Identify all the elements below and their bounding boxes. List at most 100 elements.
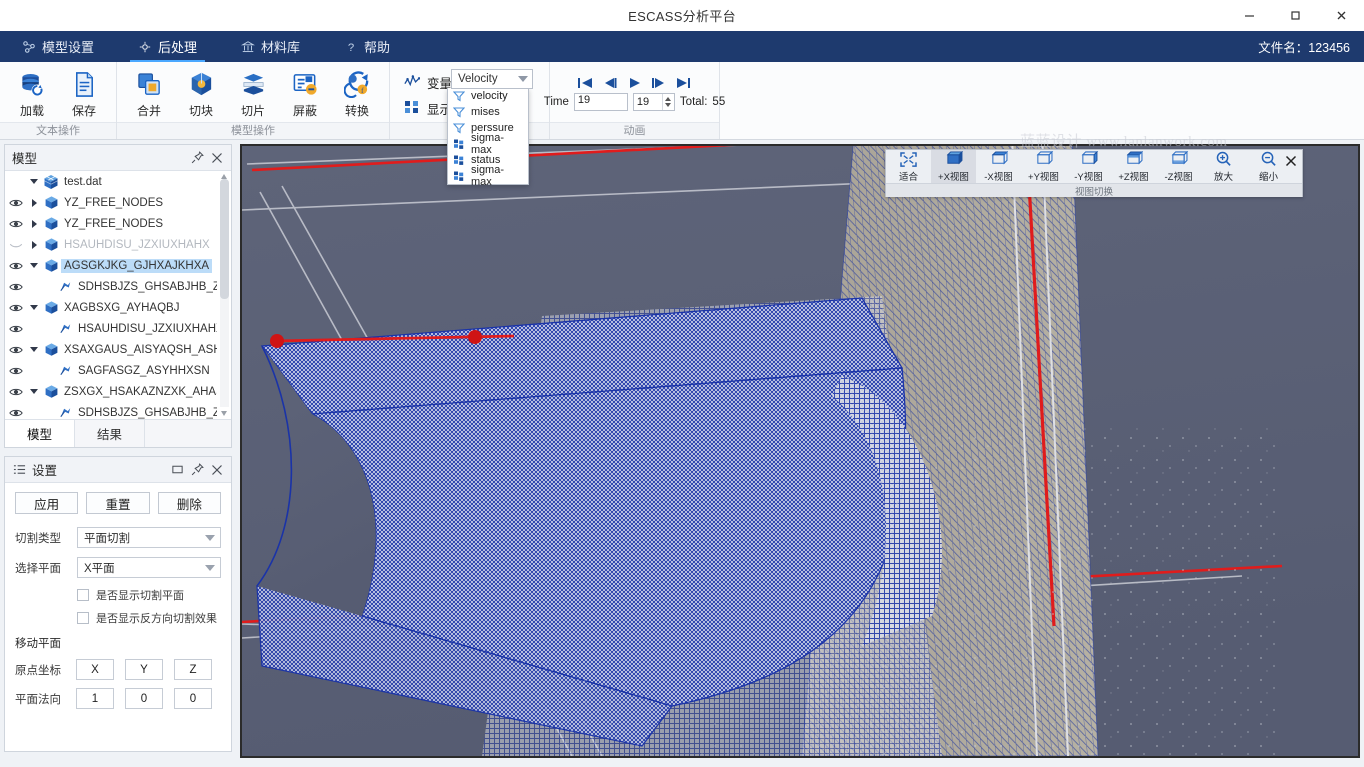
tree-row[interactable]: XSAXGAUS_AISYAQSH_ASHX — [5, 339, 231, 360]
view-py-button[interactable]: +Y视图 — [1021, 150, 1066, 183]
normal-y-input[interactable]: 0 — [125, 688, 163, 709]
maximize-button[interactable] — [1272, 0, 1318, 31]
close-icon[interactable] — [210, 463, 224, 477]
eye-visible-icon[interactable] — [5, 364, 27, 378]
save-button[interactable]: 保存 — [58, 67, 110, 121]
stepper-down-icon[interactable] — [665, 103, 671, 107]
dropdown-option-sigma-max-2[interactable]: sigma-max — [448, 168, 528, 184]
pin-icon[interactable] — [190, 151, 204, 165]
scroll-down-icon[interactable] — [221, 411, 227, 416]
view-px-button[interactable]: +X视图 — [931, 150, 976, 183]
view-ny-button[interactable]: -Y视图 — [1066, 150, 1111, 183]
eye-visible-icon[interactable] — [5, 217, 27, 231]
mask-button[interactable]: 屏蔽 — [279, 67, 331, 121]
3d-viewport[interactable] — [240, 144, 1360, 758]
fit-view-button[interactable]: 适合 — [886, 150, 931, 183]
menu-item-material-library[interactable]: 材料库 — [219, 31, 322, 62]
tree-row[interactable]: YZ_FREE_NODES — [5, 213, 231, 234]
eye-visible-icon[interactable] — [5, 385, 27, 399]
minimize-button[interactable] — [1226, 0, 1272, 31]
restore-icon[interactable] — [170, 463, 184, 477]
origin-y-input[interactable]: Y — [125, 659, 163, 680]
normal-x-input[interactable]: 1 — [76, 688, 114, 709]
scrollbar-thumb[interactable] — [220, 179, 229, 299]
tree-row[interactable]: HSAUHDISU_JZXIUXHAHX — [5, 234, 231, 255]
origin-x-input[interactable]: X — [76, 659, 114, 680]
expander-icon[interactable] — [27, 220, 41, 228]
eye-visible-icon[interactable] — [5, 301, 27, 315]
time-stepper[interactable]: 19 — [633, 93, 675, 111]
first-frame-icon[interactable] — [578, 77, 593, 89]
apply-button[interactable]: 应用 — [15, 492, 78, 514]
tree-row[interactable]: SAGFASGZ_ASYHHXSN — [5, 360, 231, 381]
chevron-down-icon[interactable] — [518, 76, 528, 82]
tree-row[interactable]: YZ_FREE_NODES — [5, 192, 231, 213]
time-input[interactable]: 19 — [574, 93, 628, 111]
dropdown-option-velocity[interactable]: velocity — [448, 88, 528, 104]
eye-visible-icon[interactable] — [5, 322, 27, 336]
stepper-up-icon[interactable] — [665, 97, 671, 101]
select-plane-select[interactable]: X平面 — [77, 557, 221, 578]
tree-row[interactable]: HSAUHDISU_JZXIUXHAHX — [5, 318, 231, 339]
show-reverse-cut-row[interactable]: 是否显示反方向切割效果 — [77, 610, 221, 626]
last-frame-icon[interactable] — [676, 77, 691, 89]
tree-row[interactable]: XAGBSXG_AYHAQBJ — [5, 297, 231, 318]
tree-row[interactable]: ZSXGX_HSAKAZNZXK_AHASX — [5, 381, 231, 402]
expander-icon[interactable] — [27, 199, 41, 207]
3d-scene[interactable] — [242, 146, 1358, 756]
cut-type-select[interactable]: 平面切割 — [77, 527, 221, 548]
expander-icon[interactable] — [27, 241, 41, 249]
play-icon[interactable] — [628, 77, 641, 89]
close-button[interactable] — [1318, 0, 1364, 31]
menu-item-model-settings[interactable]: 模型设置 — [0, 31, 116, 62]
eye-visible-icon[interactable] — [5, 406, 27, 420]
next-frame-icon[interactable] — [651, 77, 666, 89]
pin-icon[interactable] — [190, 463, 204, 477]
show-reverse-cut-checkbox[interactable] — [77, 612, 89, 624]
delete-button[interactable]: 删除 — [158, 492, 221, 514]
expander-icon[interactable] — [27, 179, 41, 184]
eye-visible-icon[interactable] — [5, 196, 27, 210]
load-button[interactable]: 加载 — [6, 67, 58, 121]
expander-icon[interactable] — [27, 263, 41, 268]
block-cut-button[interactable]: 切块 — [175, 67, 227, 121]
zoom-in-button[interactable]: 放大 — [1201, 150, 1246, 183]
dropdown-option-mises[interactable]: mises — [448, 104, 528, 120]
tree-row[interactable]: SDHSBJZS_GHSABJHB_ZAHU — [5, 276, 231, 297]
view-nz-button[interactable]: -Z视图 — [1156, 150, 1201, 183]
menu-item-help[interactable]: ? 帮助 — [322, 31, 412, 62]
tab-model[interactable]: 模型 — [5, 420, 75, 447]
expander-icon[interactable] — [27, 305, 41, 310]
convert-button[interactable]: f 转换 — [331, 67, 383, 121]
eye-visible-icon[interactable] — [5, 280, 27, 294]
prev-frame-icon[interactable] — [603, 77, 618, 89]
tree-scrollbar[interactable] — [220, 173, 229, 417]
reset-button[interactable]: 重置 — [86, 492, 149, 514]
eye-visible-icon[interactable] — [5, 259, 27, 273]
view-nx-button[interactable]: -X视图 — [976, 150, 1021, 183]
tree-row[interactable]: SDHSBJZS_GHSABJHB_ZAHU — [5, 402, 231, 419]
slice-button[interactable]: 切片 — [227, 67, 279, 121]
chevron-down-icon[interactable] — [205, 535, 215, 541]
model-tree[interactable]: test.dat YZ_FREE_NODESYZ_FREE_NODESHSAUH… — [5, 171, 231, 419]
tab-results[interactable]: 结果 — [75, 420, 145, 447]
merge-button[interactable]: 合并 — [123, 67, 175, 121]
expander-icon[interactable] — [27, 389, 41, 394]
show-cut-plane-checkbox[interactable] — [77, 589, 89, 601]
tree-row-root[interactable]: test.dat — [5, 171, 231, 192]
expander-icon[interactable] — [27, 347, 41, 352]
chevron-down-icon[interactable] — [205, 565, 215, 571]
variable-select-dropdown[interactable]: velocity mises perssure sigma-max status… — [447, 88, 529, 185]
view-toolbar-close-button[interactable] — [1284, 154, 1298, 168]
time-stepper-buttons[interactable] — [662, 94, 674, 110]
normal-z-input[interactable]: 0 — [174, 688, 212, 709]
origin-z-input[interactable]: Z — [174, 659, 212, 680]
menu-item-postprocess[interactable]: 后处理 — [116, 31, 219, 62]
close-icon[interactable] — [210, 151, 224, 165]
variable-select-combo[interactable]: Velocity — [451, 69, 533, 89]
view-pz-button[interactable]: +Z视图 — [1111, 150, 1156, 183]
dropdown-option-sigma-max-1[interactable]: sigma-max — [448, 136, 528, 152]
show-cut-plane-row[interactable]: 是否显示切割平面 — [77, 587, 221, 603]
eye-hidden-icon[interactable] — [5, 238, 27, 252]
eye-visible-icon[interactable] — [5, 343, 27, 357]
